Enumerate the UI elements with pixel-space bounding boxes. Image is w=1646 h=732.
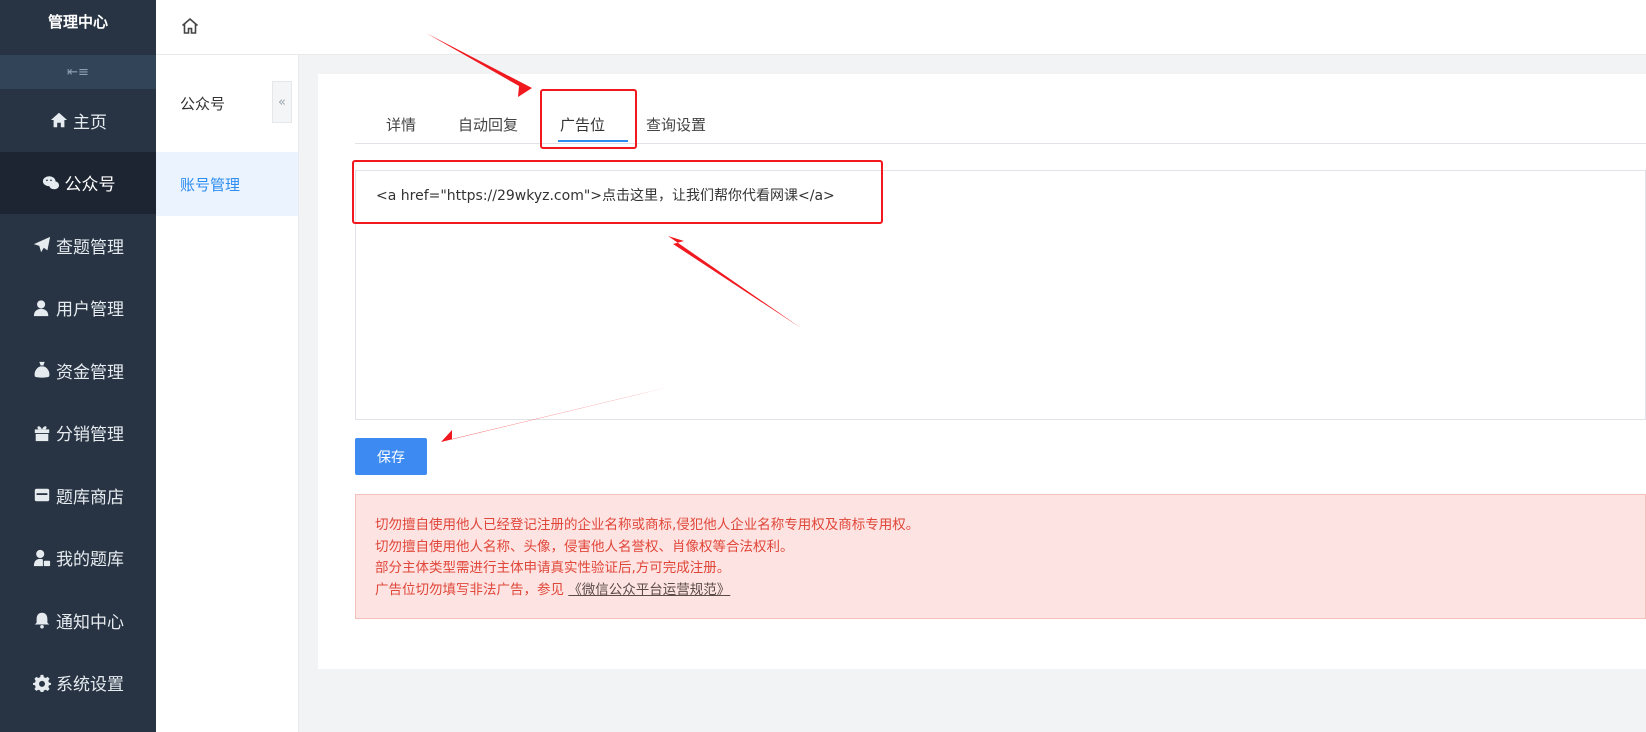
ad-content-text[interactable]: <a href="https://29wkyz.com">点击这里，让我们帮你代… [376,185,835,205]
gear-icon [32,673,52,693]
sidebar-item-label: 系统设置 [56,675,124,696]
sidebar-item-label: 题库商店 [56,487,124,508]
sidebar-item-bank-store[interactable]: 题库商店 [0,464,156,527]
sidebar-item-home[interactable]: 主页 [0,89,156,152]
notice-line: 切勿擅自使用他人名称、头像，侵害他人名誉权、肖像权等合法权利。 [375,538,794,555]
home-icon[interactable] [180,16,202,38]
sidebar: 管理中心 ⇤≡ 主页 公众号 查题管理 用户管理 资金管理 分销管理 题库商店 … [0,0,156,732]
bell-icon [32,610,52,630]
sidebar-item-notifications[interactable]: 通知中心 [0,589,156,652]
tab-query-settings[interactable]: 查询设置 [646,114,706,135]
sidebar-item-label: 用户管理 [56,300,124,321]
paper-plane-icon [32,235,52,255]
notice-line-prefix: 广告位切勿填写非法广告，参见 [375,581,569,598]
sidebar-item-label: 公众号 [64,175,116,196]
notice-line: 切勿擅自使用他人已经登记注册的企业名称或商标,侵犯他人企业名称专用权及商标专用权… [375,517,920,533]
sidebar-item-label: 通知中心 [56,612,124,633]
user-lock-icon [32,548,52,568]
sidebar-item-wechat[interactable]: 公众号 [0,151,156,214]
store-icon [32,485,52,505]
tab-bar: 详情 自动回复 广告位 查询设置 [355,96,1646,144]
menu-collapse-icon[interactable]: ⇤≡ [0,55,156,89]
user-icon [32,298,52,318]
sidebar-item-label: 我的题库 [56,550,124,571]
sidebar-item-question-search[interactable]: 查题管理 [0,214,156,277]
secondary-menu: 公众号 « 账号管理 [156,55,299,732]
active-tab-indicator [558,140,628,142]
tab-auto-reply[interactable]: 自动回复 [458,114,518,135]
ad-content-editor[interactable]: <a href="https://29wkyz.com">点击这里，让我们帮你代… [355,170,1646,420]
warning-notice: 切勿擅自使用他人已经登记注册的企业名称或商标,侵犯他人企业名称专用权及商标专用权… [355,494,1646,619]
notice-line: 部分主体类型需进行主体申请真实性验证后,方可完成注册。 [375,560,731,576]
sidebar-item-label: 资金管理 [56,362,124,383]
content-card: 详情 自动回复 广告位 查询设置 <a href="https://29wkyz… [318,74,1646,669]
sidebar-item-label: 分销管理 [56,425,124,446]
sidebar-item-settings[interactable]: 系统设置 [0,652,156,715]
app-title: 管理中心 [0,0,156,55]
home-icon [49,110,69,130]
sidebar-item-funds[interactable]: 资金管理 [0,339,156,402]
submenu-item-account-management[interactable]: 账号管理 [156,152,298,216]
money-bag-icon [32,360,52,380]
top-bar [156,0,1646,55]
sidebar-item-label: 查题管理 [56,237,124,258]
save-button[interactable]: 保存 [355,438,427,475]
sidebar-item-users[interactable]: 用户管理 [0,277,156,340]
sidebar-item-label: 主页 [73,112,107,133]
wechat-icon [41,173,61,193]
tab-details[interactable]: 详情 [386,114,416,135]
sidebar-item-my-bank[interactable]: 我的题库 [0,527,156,590]
sidebar-item-distribution[interactable]: 分销管理 [0,402,156,465]
tab-ad-slot[interactable]: 广告位 [560,114,605,135]
notice-line: 广告位切勿填写非法广告，参见 《微信公众平台运营规范》 [375,580,1626,602]
double-chevron-left-icon[interactable]: « [272,81,292,123]
gift-icon [32,423,52,443]
wechat-rules-link[interactable]: 《微信公众平台运营规范》 [568,582,730,598]
